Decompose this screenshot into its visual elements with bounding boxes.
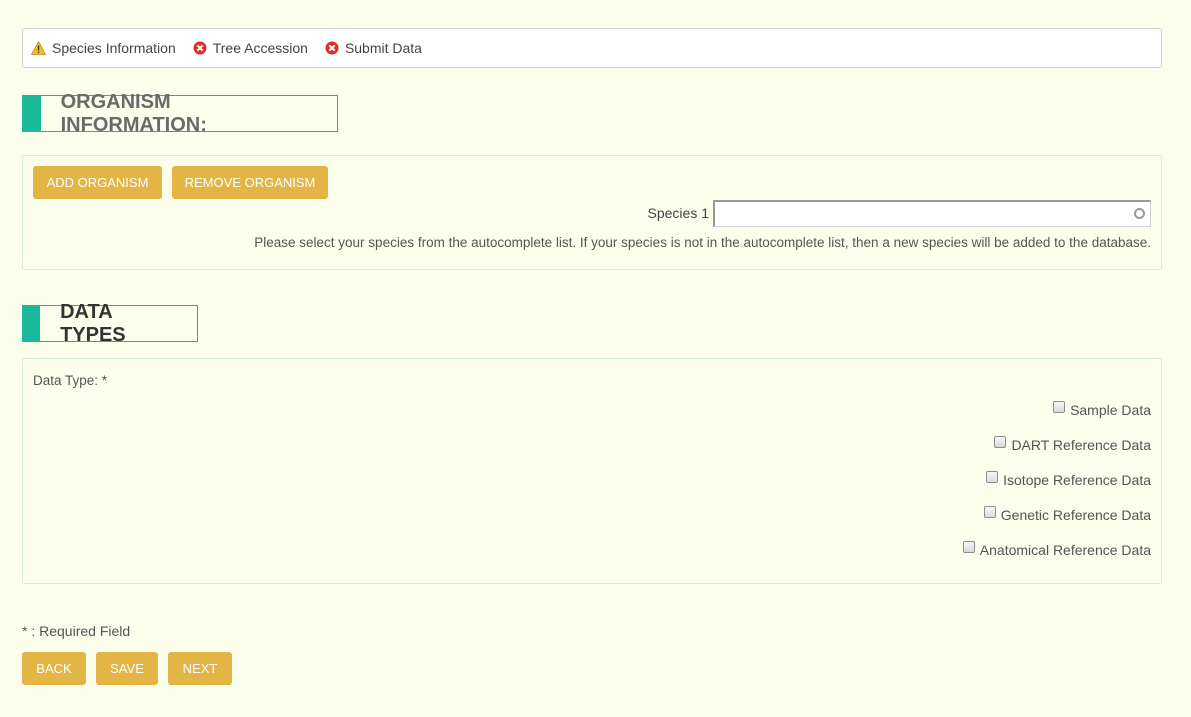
checkbox-genetic-reference-data[interactable]: Genetic Reference Data (983, 506, 1151, 523)
wizard-steps: Species Information Tree Accession Submi… (22, 28, 1162, 68)
checkbox-anatomical-reference-data[interactable]: Anatomical Reference Data (962, 541, 1151, 558)
step-species-information[interactable]: Species Information (31, 40, 176, 56)
organism-section-title: ORGANISM INFORMATION: (60, 90, 207, 136)
add-organism-button[interactable]: ADD ORGANISM (33, 166, 162, 199)
step-submit-data[interactable]: Submit Data (325, 40, 422, 56)
checkbox-dart-reference-data[interactable]: DART Reference Data (994, 436, 1151, 453)
accent-bar (22, 95, 41, 132)
organism-section-header: ORGANISM INFORMATION: (22, 91, 338, 136)
data-types-section-title: DATA TYPES (60, 300, 126, 346)
checkbox[interactable] (983, 506, 996, 518)
step-tree-accession[interactable]: Tree Accession (193, 40, 308, 56)
species-label: Species 1 (647, 205, 709, 221)
back-button[interactable]: BACK (22, 652, 86, 685)
remove-organism-button[interactable]: REMOVE ORGANISM (172, 166, 328, 199)
step-label: Species Information (52, 40, 176, 56)
checkbox[interactable] (994, 436, 1007, 448)
organism-panel: ADD ORGANISM REMOVE ORGANISM Species 1 P… (22, 155, 1162, 270)
checkbox-isotope-reference-data[interactable]: Isotope Reference Data (986, 471, 1151, 488)
data-type-label: Data Type: * (33, 373, 108, 388)
save-button[interactable]: SAVE (96, 652, 158, 685)
checkbox-label: Genetic Reference Data (1000, 507, 1151, 523)
error-icon (193, 41, 207, 55)
checkbox-sample-data[interactable]: Sample Data (1053, 401, 1151, 418)
checkbox[interactable] (962, 541, 975, 553)
required-field-note: * : Required Field (22, 623, 131, 639)
step-label: Tree Accession (212, 40, 308, 56)
step-label: Submit Data (344, 40, 422, 56)
checkbox-label: DART Reference Data (1011, 437, 1151, 453)
checkbox-label: Isotope Reference Data (1003, 472, 1151, 488)
error-icon (325, 41, 339, 55)
species-hint: Please select your species from the auto… (254, 235, 1151, 250)
data-types-panel: Data Type: * Sample Data DART Reference … (22, 358, 1162, 584)
loading-spinner-icon (1134, 208, 1145, 219)
species-input[interactable] (713, 200, 1151, 227)
checkbox[interactable] (986, 471, 999, 483)
data-types-section-header: DATA TYPES (22, 301, 198, 346)
checkbox-label: Anatomical Reference Data (979, 542, 1151, 558)
warning-icon (31, 41, 46, 55)
next-button[interactable]: NEXT (168, 652, 232, 685)
checkbox-label: Sample Data (1070, 402, 1151, 418)
checkbox[interactable] (1053, 401, 1066, 413)
accent-bar (22, 305, 41, 342)
